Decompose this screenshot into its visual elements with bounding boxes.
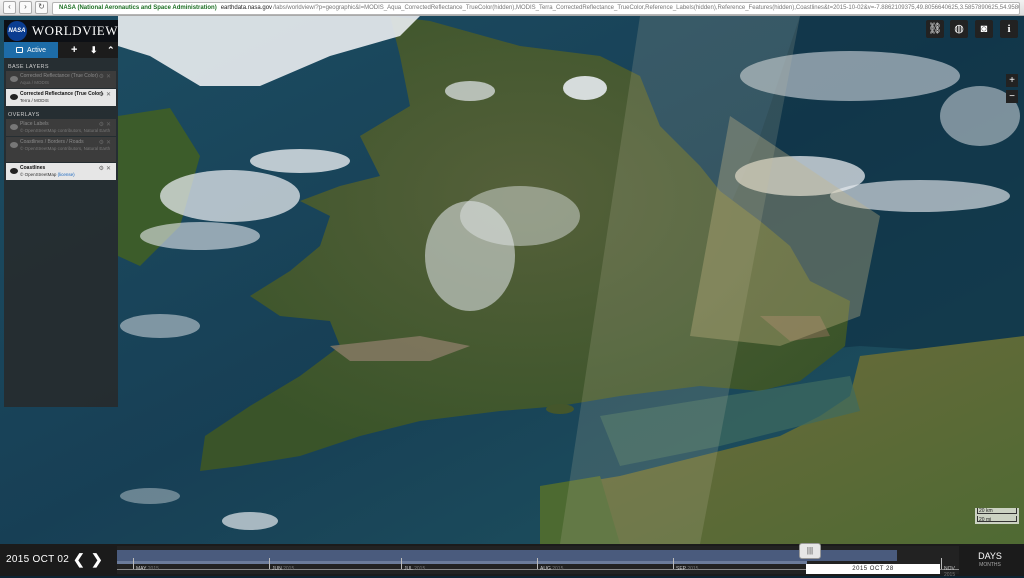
visibility-eye-icon[interactable] [10,124,18,130]
satellite-imagery [0,16,1024,544]
visibility-eye-icon[interactable] [10,168,18,174]
chevron-right-icon[interactable]: ❯ [91,551,103,568]
tick-label-sep: SEP 2015 [676,566,699,572]
layer-name: Coastlines / Borders / Roads [20,139,84,145]
tick-label-nov: NOV 2015 [944,566,956,578]
zoom-unit[interactable]: DAYS [962,551,1018,561]
layer-actions[interactable]: ⚙✕ [99,91,113,98]
zoom-unit-alt[interactable]: MONTHS [962,562,1018,568]
tab-active[interactable]: Active [4,42,58,58]
tick-nov [941,558,942,569]
layer-actions[interactable]: ⚙✕ [99,165,113,172]
tick-aug [537,558,538,569]
layer-source-text: © OpenStreetMap [20,172,57,177]
info-icon[interactable]: i [1000,20,1018,38]
map-view[interactable] [0,16,1024,544]
zoom-out-button[interactable]: − [1006,90,1018,103]
link-icon[interactable]: ⛓ [926,20,944,38]
scale-mi: 20 mi [979,517,992,523]
tick-may [133,558,134,569]
layer-coastlines-borders-roads[interactable]: Coastlines / Borders / Roads © OpenStree… [6,137,116,162]
layer-name: Corrected Reflectance (True Color) [20,73,98,79]
tick-label-jul: JUL 2015 [404,566,426,572]
app-title: WORLDVIEW [31,23,118,38]
tick-jul [401,558,402,569]
layers-icon [15,47,23,53]
panel-tabbar: Active + ⬇ ⌃ [4,42,118,58]
url-host: earthdata.nasa.gov [220,5,273,11]
layer-place-labels[interactable]: Place Labels © OpenStreetMap contributor… [6,119,116,136]
zoom-in-button[interactable]: + [1006,74,1018,87]
layer-actions[interactable]: ⚙✕ [99,139,113,146]
plus-icon[interactable]: + [71,44,77,56]
license-link[interactable]: (license) [58,172,75,177]
browser-toolbar: ‹ › ↻ NASA (National Aeronautics and Spa… [0,0,1024,16]
data-coverage-band [117,550,897,561]
url-path: /labs/worldview/?p=geographic&l=MODIS_Aq… [273,5,1020,11]
layer-coastlines[interactable]: Coastlines © OpenStreetMap (license) ⚙✕ [6,163,116,180]
layer-source: © OpenStreetMap contributors, Natural Ea… [20,146,111,151]
layer-actions[interactable]: ⚙✕ [99,73,113,80]
camera-icon[interactable]: ◙ [975,20,993,38]
back-arrow-icon[interactable]: ‹ [3,1,16,14]
drag-handle-icon[interactable]: ||| [799,543,821,559]
base-layers-header: BASE LAYERS [8,64,49,70]
globe-icon[interactable]: ◍ [950,20,968,38]
reload-icon[interactable]: ↻ [35,1,48,14]
map-scale: 20 km 20 mi [975,508,1019,524]
tab-active-label: Active [26,46,47,54]
visibility-eye-icon[interactable] [10,142,18,148]
selected-range-end: 2015 OCT 28 [806,564,940,574]
certificate-org: NASA (National Aeronautics and Space Adm… [59,5,217,11]
overlays-header: OVERLAYS [8,112,40,118]
zoom-level-selector[interactable]: DAYS MONTHS [962,546,1018,574]
data-coverage-band-secondary [117,561,807,564]
layer-name: Place Labels [20,121,49,127]
brand-header: NASA WORLDVIEW [4,20,118,42]
layer-terra-truecolor[interactable]: Corrected Reflectance (True Color) Terra… [6,89,116,106]
layer-name: Corrected Reflectance (True Color) [20,91,103,97]
tick-sep [673,558,674,569]
download-icon[interactable]: ⬇ [90,44,98,56]
layer-actions[interactable]: ⚙✕ [99,121,113,128]
address-bar[interactable]: NASA (National Aeronautics and Space Adm… [52,2,1020,15]
current-date[interactable]: 2015 OCT 02 [6,554,69,565]
layer-source: Terra / MODIS [20,98,49,103]
layer-source: © OpenStreetMap contributors, Natural Ea… [20,128,111,133]
forward-arrow-icon[interactable]: › [19,1,32,14]
collapse-chevron-icon[interactable]: ⌃ [107,44,115,56]
tick-label-aug: AUG 2015 [540,566,564,572]
tick-label-jun: JUN 2015 [272,566,295,572]
layer-source: Aqua / MODIS [20,80,50,85]
layer-aqua-truecolor[interactable]: Corrected Reflectance (True Color) Aqua … [6,71,116,88]
layer-panel: NASA WORLDVIEW Active + ⬇ ⌃ BASE LAYERS … [4,20,118,407]
nasa-logo: NASA [7,21,27,41]
timeline-track[interactable]: MAY 2015 JUN 2015 JUL 2015 AUG 2015 SEP … [117,543,959,578]
visibility-eye-icon[interactable] [10,76,18,82]
visibility-eye-icon[interactable] [10,94,18,100]
tick-jun [269,558,270,569]
chevron-left-icon[interactable]: ❮ [73,551,85,568]
scale-km: 20 km [979,508,993,514]
timeline: 2015 OCT 02 ❮ ❯ MAY 2015 JUN 2015 JUL 20… [0,543,1024,578]
tick-label-may: MAY 2015 [136,566,159,572]
layer-name: Coastlines [20,165,46,171]
layer-source: © OpenStreetMap (license) [20,172,75,177]
